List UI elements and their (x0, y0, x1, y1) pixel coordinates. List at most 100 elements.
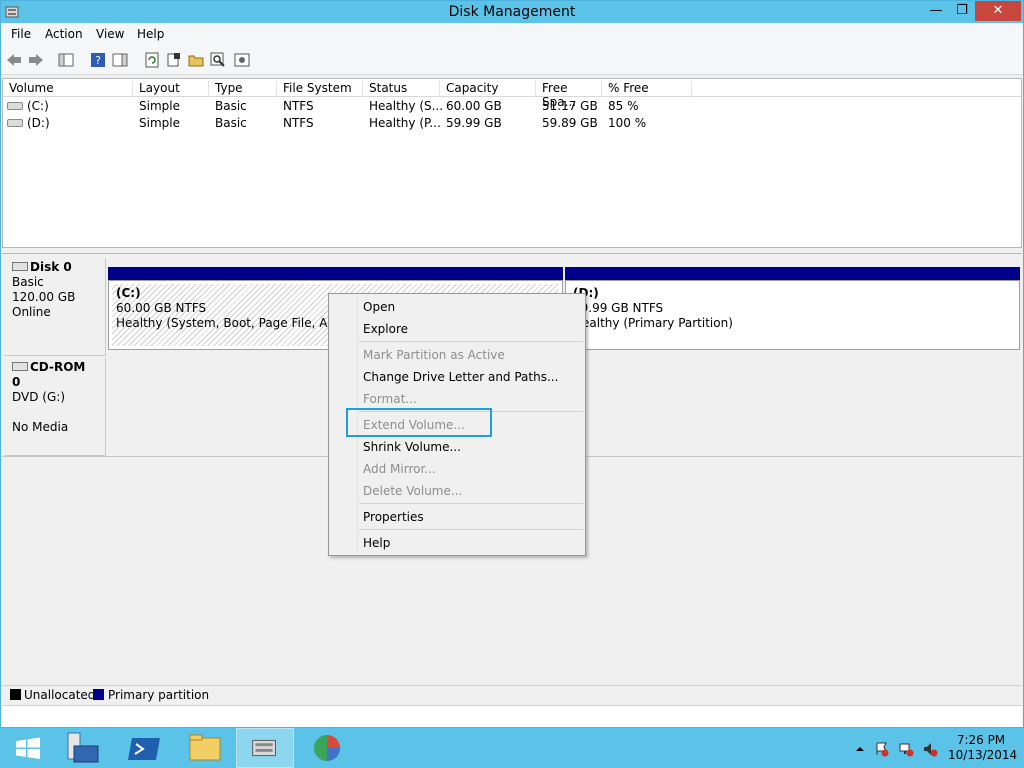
file-explorer-icon[interactable] (176, 728, 234, 768)
menu-action[interactable]: Action (45, 27, 83, 41)
action-pane-icon[interactable] (111, 51, 129, 69)
volume-list: Volume Layout Type File System Status Ca… (2, 78, 1022, 248)
taskbar: 7:26 PM 10/13/2014 (0, 728, 1024, 768)
volume-list-header: Volume Layout Type File System Status Ca… (3, 79, 1021, 109)
cell-percent-free: 85 % (608, 99, 639, 113)
powershell-icon[interactable] (116, 728, 174, 768)
minimize-button[interactable]: — (923, 1, 949, 21)
cell-file-system: NTFS (283, 116, 314, 130)
menu-item-open[interactable]: Open (363, 300, 395, 314)
menu-item-format: Format... (363, 392, 417, 406)
cdrom-0-state: No Media (12, 420, 69, 434)
action-center-icon[interactable] (874, 741, 890, 757)
legend-primary: Primary partition (108, 688, 210, 702)
menu-item-add-mirror: Add Mirror... (363, 462, 436, 476)
column-header-capacity[interactable]: Capacity (440, 81, 536, 97)
help-icon[interactable]: ? (89, 51, 107, 69)
menu-item-explore[interactable]: Explore (363, 322, 408, 336)
partition-d-size: 59.99 GB NTFS (573, 301, 664, 315)
cell-status: Healthy (S... (369, 99, 444, 113)
cell-volume: (D:) (27, 116, 50, 130)
extend-volume-highlight (346, 408, 492, 437)
cell-status: Healthy (P... (369, 116, 441, 130)
table-row[interactable]: (C:) Simple Basic NTFS Healthy (S... 60.… (3, 98, 1021, 115)
drive-icon (7, 102, 23, 110)
menu-item-delete-volume: Delete Volume... (363, 484, 463, 498)
menu-file[interactable]: File (11, 27, 31, 41)
back-arrow-icon[interactable] (5, 51, 23, 69)
close-button[interactable]: ✕ (975, 1, 1021, 21)
hard-disk-icon (12, 262, 28, 271)
volume-icon[interactable] (922, 741, 938, 757)
status-bar (2, 705, 1022, 727)
disk-0-type: Basic (12, 275, 44, 289)
menu-separator (359, 503, 583, 504)
disk-0-size: 120.00 GB (12, 290, 76, 304)
column-header-status[interactable]: Status (363, 81, 440, 97)
column-header-type[interactable]: Type (209, 81, 277, 97)
cell-capacity: 60.00 GB (446, 99, 502, 113)
toolbar: ? (1, 45, 1023, 75)
disk-0-label[interactable]: Disk 0 Basic 120.00 GB Online (4, 258, 106, 356)
network-icon[interactable] (898, 741, 914, 757)
menu-separator (359, 341, 583, 342)
svg-text:?: ? (95, 54, 101, 67)
title-bar[interactable]: Disk Management — ❐ ✕ (1, 1, 1023, 23)
column-header-file-system[interactable]: File System (277, 81, 363, 97)
primary-partition-swatch (93, 689, 104, 700)
cell-capacity: 59.99 GB (446, 116, 502, 130)
drive-icon (7, 119, 23, 127)
cell-layout: Simple (139, 99, 180, 113)
clock-date: 10/13/2014 (948, 748, 1018, 762)
maximize-button[interactable]: ❐ (949, 1, 975, 21)
menu-bar: File Action View Help (1, 23, 1023, 45)
forward-arrow-icon[interactable] (27, 51, 45, 69)
windows-start-icon[interactable] (0, 728, 58, 768)
column-header-free-space[interactable]: Free Spa... (536, 81, 602, 109)
partition-tool-icon[interactable] (298, 728, 356, 768)
cell-file-system: NTFS (283, 99, 314, 113)
show-hide-tree-icon[interactable] (57, 51, 75, 69)
cell-type: Basic (215, 116, 247, 130)
partition-d[interactable]: (D:) 59.99 GB NTFS Healthy (Primary Part… (565, 267, 1020, 350)
cell-type: Basic (215, 99, 247, 113)
menu-item-properties[interactable]: Properties (363, 510, 424, 524)
partition-d-body: (D:) 59.99 GB NTFS Healthy (Primary Part… (569, 284, 1016, 346)
server-manager-icon[interactable] (56, 728, 114, 768)
partition-d-status: Healthy (Primary Partition) (573, 316, 733, 330)
disk-0-state: Online (12, 305, 51, 319)
system-clock[interactable]: 7:26 PM 10/13/2014 (948, 733, 1018, 763)
legend-unallocated: Unallocated (24, 688, 96, 702)
open-folder-icon[interactable] (187, 51, 205, 69)
menu-item-change-drive-letter[interactable]: Change Drive Letter and Paths... (363, 370, 558, 384)
settings-icon[interactable] (233, 51, 251, 69)
disk-0-name: Disk 0 (30, 260, 72, 274)
table-row[interactable]: (D:) Simple Basic NTFS Healthy (P... 59.… (3, 115, 1021, 132)
column-header-layout[interactable]: Layout (133, 81, 209, 97)
disk-management-icon[interactable] (236, 728, 294, 768)
partition-c-header-bar (108, 267, 563, 280)
refresh-icon[interactable] (143, 51, 161, 69)
cell-free-space: 51.17 GB (542, 99, 598, 113)
column-header-volume[interactable]: Volume (3, 81, 133, 97)
cell-layout: Simple (139, 116, 180, 130)
legend: Unallocated Primary partition (2, 685, 1022, 705)
column-header-percent-free[interactable]: % Free (602, 81, 692, 97)
menu-item-help[interactable]: Help (363, 536, 390, 550)
unallocated-swatch (10, 689, 21, 700)
cell-volume: (C:) (27, 99, 49, 113)
partition-d-header-bar (565, 267, 1020, 280)
menu-help[interactable]: Help (137, 27, 164, 41)
menu-item-shrink-volume[interactable]: Shrink Volume... (363, 440, 461, 454)
partition-d-label: (D:) (573, 286, 1012, 301)
show-hidden-icons-icon[interactable] (852, 741, 868, 757)
cdrom-icon (12, 362, 28, 371)
cell-percent-free: 100 % (608, 116, 647, 130)
menu-view[interactable]: View (96, 27, 124, 41)
cdrom-0-label[interactable]: CD-ROM 0 DVD (G:) No Media (4, 358, 106, 456)
search-icon[interactable] (209, 51, 227, 69)
cell-free-space: 59.89 GB (542, 116, 598, 130)
clock-time: 7:26 PM (956, 733, 1006, 747)
menu-separator (359, 529, 583, 530)
properties-icon[interactable] (165, 51, 183, 69)
